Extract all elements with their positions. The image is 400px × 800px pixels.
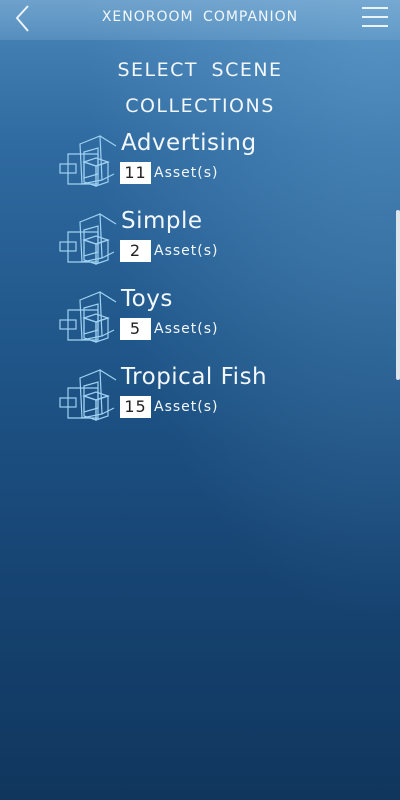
collection-name: Simple (121, 208, 203, 234)
hamburger-menu-icon (362, 7, 388, 9)
collection-name: Advertising (121, 130, 257, 156)
app-title: XENOROOM COMPANION (101, 9, 299, 25)
heading-line-1: SELECT SCENE (117, 59, 283, 81)
asset-count: 5 (120, 318, 151, 340)
asset-count: 2 (120, 240, 151, 262)
collection-name: Toys (121, 286, 173, 312)
page-heading: SELECT SCENE COLLECTIONS (0, 52, 400, 124)
collection-name: Tropical Fish (121, 364, 268, 390)
top-bar: XENOROOM COMPANION (0, 0, 400, 40)
asset-unit-label: Asset(s) (154, 399, 219, 415)
collection-item-advertising[interactable]: Advertising 11 Asset(s) (58, 130, 298, 194)
scene-box-icon (59, 291, 117, 343)
scene-box-icon (59, 213, 117, 265)
heading-line-2: COLLECTIONS (125, 95, 275, 117)
asset-count: 15 (120, 396, 151, 418)
hamburger-line (362, 16, 388, 18)
collection-item-tropical-fish[interactable]: Tropical Fish 15 Asset(s) (58, 364, 298, 428)
asset-unit-label: Asset(s) (154, 165, 219, 181)
hamburger-line (362, 25, 388, 27)
scene-box-icon (59, 369, 117, 421)
scene-box-icon (59, 135, 117, 187)
asset-count: 11 (120, 162, 151, 184)
app-screen: { "header": { "title": "XENOROOM COMPANI… (0, 0, 400, 800)
menu-button[interactable] (362, 5, 390, 31)
asset-unit-label: Asset(s) (154, 243, 219, 259)
asset-unit-label: Asset(s) (154, 321, 219, 337)
collection-item-simple[interactable]: Simple 2 Asset(s) (58, 208, 298, 272)
scrollbar[interactable] (396, 210, 400, 380)
collection-item-toys[interactable]: Toys 5 Asset(s) (58, 286, 298, 350)
